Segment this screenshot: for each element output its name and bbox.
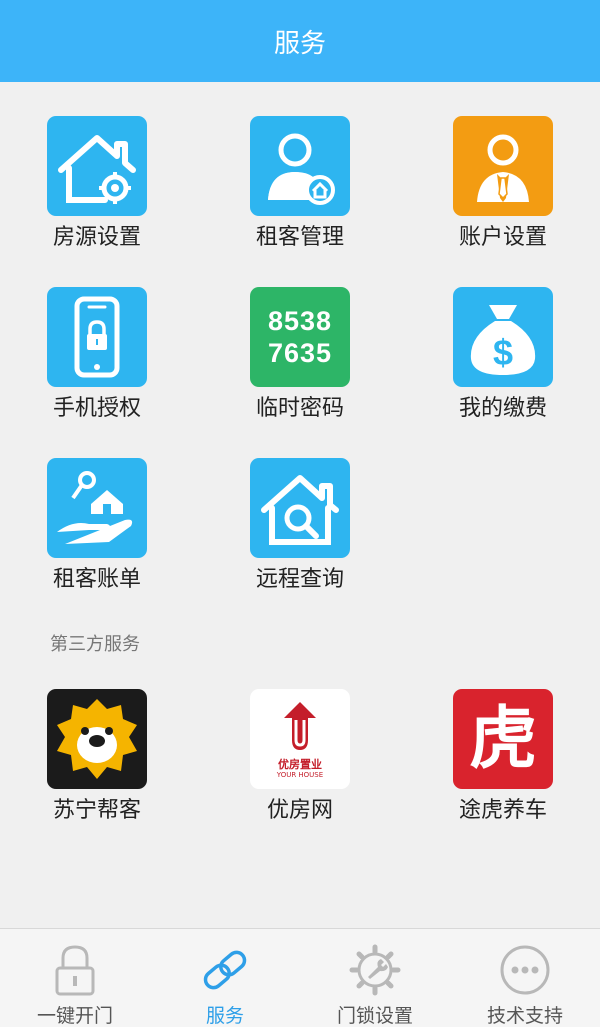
youfang-logo: 优房置业 YOUR HOUSE	[250, 689, 350, 789]
tab-label: 技术支持	[486, 1005, 563, 1027]
account-person-icon	[453, 116, 553, 216]
tuhu-logo-text: 虎	[468, 699, 537, 779]
padlock-icon	[45, 941, 105, 999]
service-label: 租客管理	[255, 225, 344, 250]
phone-lock-icon	[47, 287, 147, 387]
page-title: 服务	[273, 28, 326, 59]
bottom-tab-bar: 一键开门 服务 门锁设置 技术支持	[0, 928, 600, 1027]
house-gear-icon	[47, 116, 147, 216]
service-label: 手机授权	[52, 396, 141, 421]
tuhu-logo: 虎	[453, 689, 553, 789]
service-tenant-management[interactable]: 租客管理	[225, 116, 375, 266]
tab-label: 门锁设置	[336, 1005, 413, 1027]
third-party-tuhu[interactable]: 虎 途虎养车	[428, 689, 578, 839]
tab-label: 一键开门	[36, 1005, 113, 1027]
more-dots-icon	[495, 941, 555, 999]
service-label: 远程查询	[255, 567, 344, 592]
service-label: 我的缴费	[458, 396, 547, 421]
third-party-label: 苏宁帮客	[52, 798, 141, 823]
service-phone-authorization[interactable]: 手机授权	[22, 287, 172, 437]
tab-service[interactable]: 服务	[150, 929, 300, 1027]
house-search-icon	[250, 458, 350, 558]
service-tenant-bill[interactable]: 租客账单	[22, 458, 172, 608]
service-label: 账户设置	[458, 225, 547, 250]
service-remote-query[interactable]: 远程查询	[225, 458, 375, 608]
service-label: 房源设置	[52, 225, 141, 250]
gear-wrench-icon	[345, 941, 405, 999]
tab-lock-settings[interactable]: 门锁设置	[300, 929, 450, 1027]
svg-text:$: $	[493, 332, 513, 373]
service-temp-password[interactable]: 8538 7635 临时密码	[225, 287, 375, 437]
tab-one-key-open[interactable]: 一键开门	[0, 929, 150, 1027]
service-label: 临时密码	[255, 396, 344, 421]
suning-lion-logo	[47, 689, 147, 789]
chain-link-icon	[195, 941, 255, 999]
hand-house-key-icon	[47, 458, 147, 558]
temp-code-line1: 8538	[267, 306, 333, 336]
youfang-logo-subtext: YOUR HOUSE	[276, 771, 324, 779]
temp-code-line2: 7635	[267, 338, 333, 368]
service-my-payment[interactable]: $ 我的缴费	[428, 287, 578, 437]
service-account-settings[interactable]: 账户设置	[428, 116, 578, 266]
tenant-person-icon	[250, 116, 350, 216]
third-party-label: 途虎养车	[458, 798, 547, 823]
tab-label: 服务	[205, 1005, 244, 1027]
service-label: 租客账单	[52, 567, 141, 592]
third-party-youfang[interactable]: 优房置业 YOUR HOUSE 优房网	[225, 689, 375, 839]
youfang-logo-text: 优房置业	[278, 758, 322, 771]
temp-code-icon: 8538 7635	[250, 287, 350, 387]
money-bag-icon: $	[453, 287, 553, 387]
header-bar: 服务	[0, 0, 600, 82]
third-party-section-title: 第三方服务	[50, 634, 140, 655]
tab-tech-support[interactable]: 技术支持	[450, 929, 600, 1027]
third-party-label: 优房网	[266, 798, 333, 823]
service-house-settings[interactable]: 房源设置	[22, 116, 172, 266]
third-party-suning[interactable]: 苏宁帮客	[22, 689, 172, 839]
